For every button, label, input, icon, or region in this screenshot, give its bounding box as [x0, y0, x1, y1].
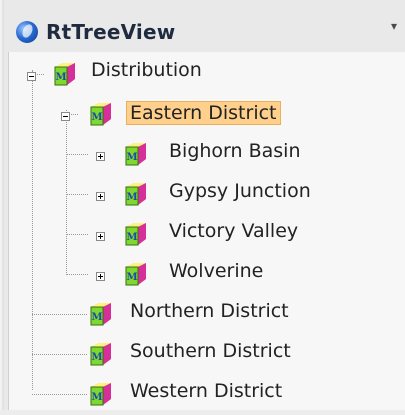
- m-box-icon: [87, 341, 115, 369]
- tree-node-label[interactable]: Distribution: [91, 59, 202, 81]
- tree-panel: M Distribution East: [8, 52, 405, 410]
- tree-node-northern-district[interactable]: Northern District: [9, 295, 369, 335]
- tree-node-distribution[interactable]: Distribution: [9, 55, 309, 95]
- tree-node-label[interactable]: Southern District: [130, 340, 291, 362]
- tree-node-label[interactable]: Victory Valley: [169, 220, 298, 242]
- dropdown-arrow-icon[interactable]: ▾: [391, 19, 397, 33]
- m-box-icon: [87, 381, 115, 409]
- m-box-icon: [51, 61, 79, 89]
- expand-icon[interactable]: [96, 272, 105, 281]
- tree-node-western-district[interactable]: Western District: [9, 375, 369, 415]
- m-box-icon: [87, 301, 115, 329]
- tree-node-wolverine[interactable]: Wolverine: [9, 255, 369, 295]
- tree-node-label[interactable]: Gypsy Junction: [169, 180, 311, 202]
- app-title: RtTreeView: [46, 20, 176, 44]
- window-edge: [0, 0, 4, 410]
- tree-node-eastern-district[interactable]: Eastern District: [9, 95, 339, 135]
- tree-node-label[interactable]: Northern District: [130, 300, 289, 322]
- tree-node-label-selected[interactable]: Eastern District: [126, 101, 281, 125]
- title-bar: RtTreeView ▾: [4, 12, 405, 52]
- m-box-icon: [122, 181, 150, 209]
- m-box-icon: [122, 261, 150, 289]
- m-box-icon: [122, 141, 150, 169]
- tree-node-victory-valley[interactable]: Victory Valley: [9, 215, 369, 255]
- window-frame: RtTreeView ▾ M: [0, 0, 405, 410]
- tree-node-label[interactable]: Bighorn Basin: [169, 140, 301, 162]
- app-logo-icon: [16, 21, 38, 43]
- expand-icon[interactable]: [96, 152, 105, 161]
- m-box-icon: [87, 101, 115, 129]
- tree-node-label[interactable]: Wolverine: [169, 260, 263, 282]
- tree-node-gypsy-junction[interactable]: Gypsy Junction: [9, 175, 369, 215]
- m-box-icon: [122, 221, 150, 249]
- collapse-icon[interactable]: [27, 72, 36, 81]
- expand-icon[interactable]: [96, 232, 105, 241]
- tree-view: Distribution Eastern District Bighorn Ba…: [9, 52, 405, 410]
- expand-icon[interactable]: [96, 192, 105, 201]
- tree-node-bighorn-basin[interactable]: Bighorn Basin: [9, 135, 369, 175]
- tree-node-label[interactable]: Western District: [130, 380, 282, 402]
- tree-node-southern-district[interactable]: Southern District: [9, 335, 369, 375]
- collapse-icon[interactable]: [61, 112, 70, 121]
